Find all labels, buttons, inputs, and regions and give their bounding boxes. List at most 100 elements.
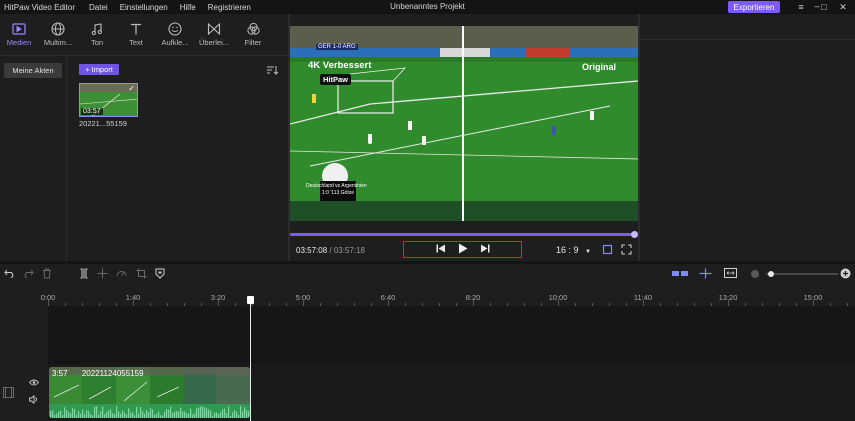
marker-shield-icon[interactable] [155,268,165,281]
waveform-bar [94,406,96,418]
timeline-playhead-handle[interactable] [247,296,254,304]
media-clip-thumbnail[interactable]: 03:57 ✓ [79,83,138,117]
folder-my-files[interactable]: Meine Akten [4,63,62,78]
sort-icon[interactable] [266,65,279,77]
waveform-bar [54,414,56,418]
undo-icon[interactable] [4,268,15,280]
waveform-bar [180,407,182,418]
waveform-bar [182,411,184,418]
waveform-bar [130,412,132,418]
clip-duration: 03:57 [81,108,103,115]
timeline-ruler[interactable]: 0:00 1:40 3:20 5:00 6:40 8:20 10:00 11:4… [0,288,855,306]
export-button[interactable]: Exportieren [728,1,780,13]
timeline-video-clip[interactable]: 3:57 20221124055159 [49,367,250,418]
snap-toggle-icon[interactable] [672,270,688,280]
waveform-bar [170,406,172,418]
fit-timeline-icon[interactable] [724,268,737,280]
maximize-icon[interactable]: □ [817,1,831,13]
tab-label: Überlei... [198,38,229,47]
waveform-bar [156,413,158,418]
waveform-bar [62,415,64,418]
waveform-bar [226,413,228,418]
waveform-bar [200,406,202,418]
waveform-bar [210,410,212,418]
waveform-bar [168,409,170,418]
zoom-slider-knob[interactable] [768,271,774,277]
tab-label: Aufkle... [161,38,189,47]
waveform-bar [204,407,206,418]
redo-icon[interactable] [23,268,34,280]
waveform-bar [82,409,84,418]
crop-frame-icon[interactable] [602,244,613,257]
waveform-bar [240,406,242,418]
waveform-bar [98,414,100,418]
tab-text[interactable]: Text [117,21,155,53]
waveform-bar [174,411,176,418]
tab-aufkleber[interactable]: Aufkle... [156,21,194,53]
split-icon[interactable] [79,268,89,281]
waveform-bar [176,411,178,418]
waveform-bar [242,411,244,418]
timeline-playhead-line[interactable] [250,301,251,421]
app-menu-icon[interactable]: ≡ [794,1,808,13]
move-icon[interactable] [97,268,108,281]
tab-multimedia[interactable]: Multim... [39,21,77,53]
video-preview[interactable]: 4K Verbessert Original HitPaw GER 1-0 AR… [290,26,638,221]
zoom-slider[interactable] [766,273,838,275]
waveform-bar [162,415,164,418]
next-frame-icon[interactable] [480,244,490,255]
delete-icon[interactable] [42,268,52,281]
preview-progress-knob[interactable] [631,231,638,238]
waveform-bar [164,411,166,418]
waveform-bar [104,414,106,418]
clip-filename: 20221...55159 [79,119,127,128]
waveform-bar [100,411,102,418]
waveform-bar [230,415,232,418]
waveform-bar [86,410,88,418]
waveform-bar [194,413,196,418]
clip-duration: 3:57 [52,369,68,378]
waveform-bar [186,413,188,418]
previous-frame-icon[interactable] [436,244,446,255]
fullscreen-icon[interactable] [621,244,632,257]
waveform-bar [70,413,72,418]
folder-divider [66,56,67,261]
eye-visibility-icon[interactable] [28,379,40,388]
zoom-in-icon[interactable] [840,268,851,281]
current-time: 03:57:08 [296,246,328,255]
timeline-track-empty[interactable] [48,306,855,364]
menu-datei[interactable]: Datei [89,3,108,12]
waveform-bar [74,409,76,418]
tab-ton[interactable]: Ton [78,21,116,53]
zoom-out-icon[interactable] [750,269,760,281]
link-toggle-icon[interactable] [699,268,712,281]
aspect-ratio-selector[interactable]: 16 : 9 ▼ [556,245,591,255]
waveform-bar [136,406,138,418]
tab-medien[interactable]: Medien [0,21,38,53]
menu-registrieren[interactable]: Registrieren [208,3,251,12]
waveform-bar [50,411,52,418]
waveform-bar [246,410,248,418]
preview-progress-bar[interactable] [290,233,635,236]
speaker-volume-icon[interactable] [29,394,39,406]
menu-einstellungen[interactable]: Einstellungen [120,3,168,12]
waveform-bar [124,412,126,418]
menu-bar: Datei Einstellungen Hilfe Registrieren [89,3,263,12]
original-label: Original [582,62,617,72]
app-title: HitPaw Video Editor [4,2,75,12]
waveform-bar [228,406,230,418]
tab-uebergaenge[interactable]: Überlei... [195,21,233,53]
crop-icon[interactable] [136,268,147,281]
tab-filter[interactable]: Filter [234,21,272,53]
waveform-bar [192,414,194,418]
import-button[interactable]: + Import [79,64,119,75]
waveform-bar [116,406,118,418]
play-square-icon [12,21,26,37]
speed-icon[interactable] [116,268,127,281]
play-icon[interactable] [458,243,468,256]
menu-hilfe[interactable]: Hilfe [180,3,196,12]
waveform-bar [56,413,58,418]
waveform-bar [72,408,74,418]
close-icon[interactable]: ✕ [836,1,850,13]
waveform-bar [84,414,86,418]
